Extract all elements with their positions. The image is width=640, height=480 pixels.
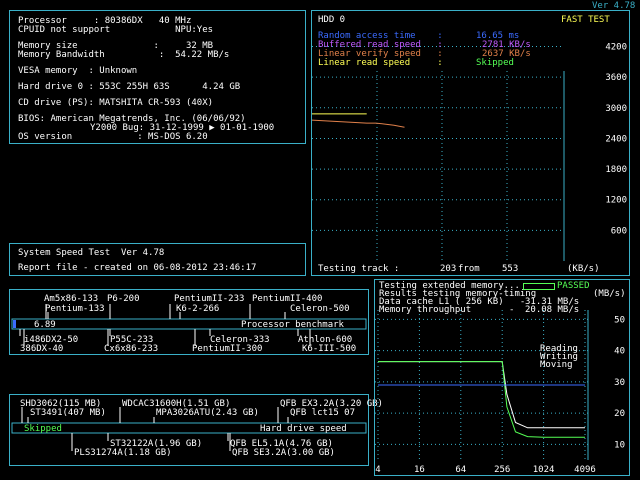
vesa-line: VESA memory : Unknown xyxy=(18,66,138,76)
mem-ytick-2: 30 xyxy=(614,378,625,388)
linear-read-value: Skipped xyxy=(476,58,514,68)
cpu-benchmark-label: Processor benchmark xyxy=(241,320,344,330)
hdd-ref-mpa3026atu: MPA3026ATU(2.43 GB) xyxy=(156,408,259,418)
mem-series-1 xyxy=(378,361,585,438)
speed-test-title: System Speed Test Ver 4.78 xyxy=(18,248,165,258)
report-file-line: Report file - created on 06-08-2012 23:4… xyxy=(18,263,257,273)
hdd-unit-label: (KB/s) xyxy=(567,264,600,274)
legend-moving: Moving xyxy=(540,360,573,370)
hdd-ytick-3: 2400 xyxy=(605,134,627,144)
hdd-bench-label: Hard drive speed xyxy=(260,424,347,434)
hdd-ytick-4: 3000 xyxy=(605,104,627,114)
cpu-ref-celeron-500: Celeron-500 xyxy=(290,304,350,314)
memory-throughput-value: 20.08 MB/s xyxy=(525,305,580,315)
memory-throughput-label: Memory throughput - xyxy=(379,305,515,315)
mem-xtick-1: 16 xyxy=(414,465,425,475)
hdd-ref-st3491: ST3491(407 MB) xyxy=(30,408,106,418)
memory-bandwidth-line: Memory Bandwidth : 54.22 MB/s xyxy=(18,50,230,60)
cpuid-line: CPUID not support NPU:Yes xyxy=(18,25,214,35)
mem-ytick-1: 20 xyxy=(614,409,625,419)
mem-xtick-3: 256 xyxy=(494,465,510,475)
cpu-ref-cx6x86-233: Cx6x86-233 xyxy=(104,344,159,354)
mem-xtick-2: 64 xyxy=(455,465,466,475)
hdd-ref-pls31274a: PLS31274A(1.18 GB) xyxy=(74,448,172,458)
hdd-bench-status: Skipped xyxy=(24,424,62,434)
mem-ytick-4: 50 xyxy=(614,315,625,325)
mem-ytick-3: 40 xyxy=(614,347,625,357)
cpu-ref-pentiumii-233: PentiumII-233 xyxy=(174,294,245,304)
memory-passed-label: PASSED xyxy=(557,281,590,291)
hdd-ytick-6: 4200 xyxy=(605,43,627,53)
hdd-ref-qfb-lct15: QFB lct15 07 xyxy=(290,408,356,418)
hdd-ytick-2: 1800 xyxy=(605,165,627,175)
cpu-ref-pentiumii-300: PentiumII-300 xyxy=(192,344,263,354)
cpu-ref-pentium-133: Pentium-133 xyxy=(45,304,105,314)
cd-drive-line: CD drive (PS): MATSHITA CR-593 (40X) xyxy=(18,98,214,108)
os-version-line: OS version : MS-DOS 6.20 xyxy=(18,132,208,142)
mem-series-0 xyxy=(378,361,585,429)
mem-xtick-5: 4096 xyxy=(574,465,596,475)
cpu-ref-k6-iii-500: K6-III-500 xyxy=(302,344,357,354)
hdd-ytick-5: 3600 xyxy=(605,73,627,83)
memory-unit-label: (MB/s) xyxy=(593,289,626,299)
hdd-ytick-1: 1200 xyxy=(605,196,627,206)
hdd-ytick-0: 600 xyxy=(611,226,627,236)
hdd-chart-panel: 600 1200 1800 2400 3000 3600 4200 HDD 0 FAST T… xyxy=(311,10,630,276)
cpu-ref-386dx-40: 386DX-40 xyxy=(20,344,64,354)
hard-drive-line: Hard drive 0 : 553C 255H 63S 4.24 GB xyxy=(18,82,241,92)
system-info-panel: Processor : 80386DX 40 MHz CPUID not sup… xyxy=(9,10,306,144)
cpu-ref-pentiumii-400: PentiumII-400 xyxy=(252,294,323,304)
hdd-series-0 xyxy=(312,119,405,128)
linear-read-label: Linear read speed : xyxy=(318,58,443,68)
track-from-word: from xyxy=(458,264,480,274)
cpu-benchmark-panel: Am5x86-133 P6-200 PentiumII-233 PentiumI… xyxy=(9,289,369,355)
speed-test-panel: System Speed Test Ver 4.78 Report file -… xyxy=(9,243,306,276)
mem-xtick-4: 1024 xyxy=(533,465,555,475)
track-current: 203 xyxy=(440,264,457,274)
fast-test-label: FAST TEST xyxy=(561,15,610,25)
cpu-ref-am5x86: Am5x86-133 xyxy=(44,294,99,304)
hdd-benchmark-panel: SHD3062(115 MB) WDCAC31600H(1.51 GB) QFB… xyxy=(9,394,383,466)
hdd-ref-qfb-se3: QFB SE3.2A(3.00 GB) xyxy=(232,448,335,458)
hdd-title: HDD 0 xyxy=(318,15,346,25)
testing-track-label: Testing track : xyxy=(318,264,400,274)
cpu-ref-k6-2-266: K6-2-266 xyxy=(176,304,220,314)
cpu-score: 6.89 xyxy=(34,320,56,330)
cpu-ref-p6-200: P6-200 xyxy=(107,294,140,304)
mem-ytick-0: 10 xyxy=(614,440,625,450)
track-total: 553 xyxy=(502,264,519,274)
cpu-bench-fill xyxy=(13,320,16,328)
mem-xtick-0: 4 xyxy=(375,465,380,475)
memory-test-panel: 10 20 30 40 50 4 16 64 256 1024 4096 Testing exten… xyxy=(374,279,630,476)
